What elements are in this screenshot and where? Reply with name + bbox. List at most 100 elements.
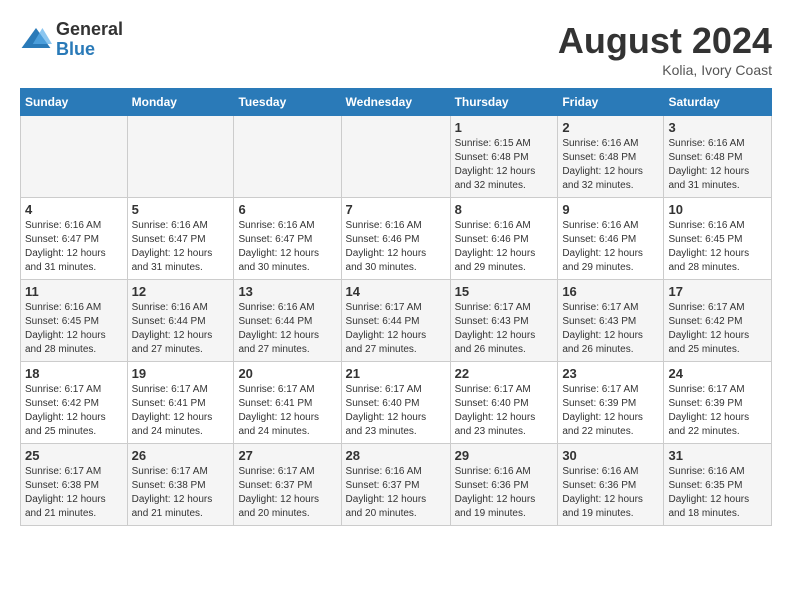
calendar-cell: 25 Sunrise: 6:17 AM Sunset: 6:38 PM Dayli… (21, 444, 128, 526)
day-header: Thursday (450, 89, 558, 116)
calendar-table: SundayMondayTuesdayWednesdayThursdayFrid… (20, 88, 772, 526)
day-info: Sunrise: 6:16 AM Sunset: 6:44 PM Dayligh… (132, 301, 230, 357)
day-header: Saturday (664, 89, 772, 116)
day-info: Sunrise: 6:17 AM Sunset: 6:40 PM Dayligh… (346, 383, 446, 439)
title-block: August 2024 Kolia, Ivory Coast (558, 20, 772, 78)
location: Kolia, Ivory Coast (558, 62, 772, 78)
calendar-cell: 6Sunrise: 6:16 AM Sunset: 6:47 PM Daylig… (234, 198, 341, 280)
calendar-cell: 29Sunrise: 6:16 AM Sunset: 6:36 PM Dayli… (450, 444, 558, 526)
day-number: 28 (346, 448, 446, 463)
day-info: Sunrise: 6:17 AM Sunset: 6:39 PM Dayligh… (562, 383, 659, 439)
day-info: Sunrise: 6:17 AM Sunset: 6:41 PM Dayligh… (132, 383, 230, 439)
day-info: Sunrise: 6:16 AM Sunset: 6:37 PM Dayligh… (346, 465, 446, 521)
calendar-cell: 24Sunrise: 6:17 AM Sunset: 6:39 PM Dayli… (664, 362, 772, 444)
calendar-week-row: 1 Sunrise: 6:15 AM Sunset: 6:48 PM Daylig… (21, 116, 772, 198)
day-number: 14 (346, 284, 446, 299)
calendar-cell: 23 Sunrise: 6:17 AM Sunset: 6:39 PM Dayli… (558, 362, 664, 444)
day-info: Sunrise: 6:17 AM Sunset: 6:38 PM Dayligh… (132, 465, 230, 521)
calendar-cell (234, 116, 341, 198)
calendar-cell: 5Sunrise: 6:16 AM Sunset: 6:47 PM Daylig… (127, 198, 234, 280)
day-info: Sunrise: 6:17 AM Sunset: 6:38 PM Dayligh… (25, 465, 123, 521)
day-info: Sunrise: 6:15 AM Sunset: 6:48 PM Dayligh… (455, 137, 554, 193)
day-info: Sunrise: 6:16 AM Sunset: 6:45 PM Dayligh… (25, 301, 123, 357)
calendar-cell: 11Sunrise: 6:16 AM Sunset: 6:45 PM Dayli… (21, 280, 128, 362)
calendar-cell: 19Sunrise: 6:17 AM Sunset: 6:41 PM Dayli… (127, 362, 234, 444)
calendar-cell: 20 Sunrise: 6:17 AM Sunset: 6:41 PM Dayli… (234, 362, 341, 444)
day-number: 10 (668, 202, 767, 217)
calendar-cell: 2 Sunrise: 6:16 AM Sunset: 6:48 PM Daylig… (558, 116, 664, 198)
day-info: Sunrise: 6:16 AM Sunset: 6:48 PM Dayligh… (562, 137, 659, 193)
day-info: Sunrise: 6:16 AM Sunset: 6:47 PM Dayligh… (132, 219, 230, 275)
day-header: Sunday (21, 89, 128, 116)
day-header: Monday (127, 89, 234, 116)
day-number: 22 (455, 366, 554, 381)
day-number: 13 (238, 284, 336, 299)
calendar-cell: 8Sunrise: 6:16 AM Sunset: 6:46 PM Daylig… (450, 198, 558, 280)
day-info: Sunrise: 6:17 AM Sunset: 6:42 PM Dayligh… (25, 383, 123, 439)
calendar-cell: 12 Sunrise: 6:16 AM Sunset: 6:44 PM Dayli… (127, 280, 234, 362)
calendar-cell (341, 116, 450, 198)
day-info: Sunrise: 6:17 AM Sunset: 6:41 PM Dayligh… (238, 383, 336, 439)
calendar-cell: 27 Sunrise: 6:17 AM Sunset: 6:37 PM Dayli… (234, 444, 341, 526)
day-number: 8 (455, 202, 554, 217)
calendar-cell: 14 Sunrise: 6:17 AM Sunset: 6:44 PM Dayli… (341, 280, 450, 362)
calendar-week-row: 11Sunrise: 6:16 AM Sunset: 6:45 PM Dayli… (21, 280, 772, 362)
day-number: 6 (238, 202, 336, 217)
calendar-cell: 4 Sunrise: 6:16 AM Sunset: 6:47 PM Daylig… (21, 198, 128, 280)
day-number: 2 (562, 120, 659, 135)
day-header: Wednesday (341, 89, 450, 116)
calendar-cell: 17Sunrise: 6:17 AM Sunset: 6:42 PM Dayli… (664, 280, 772, 362)
day-info: Sunrise: 6:16 AM Sunset: 6:47 PM Dayligh… (25, 219, 123, 275)
calendar-cell: 26Sunrise: 6:17 AM Sunset: 6:38 PM Dayli… (127, 444, 234, 526)
calendar-cell: 30Sunrise: 6:16 AM Sunset: 6:36 PM Dayli… (558, 444, 664, 526)
calendar-cell: 10 Sunrise: 6:16 AM Sunset: 6:45 PM Dayli… (664, 198, 772, 280)
day-info: Sunrise: 6:16 AM Sunset: 6:35 PM Dayligh… (668, 465, 767, 521)
calendar-cell: 18 Sunrise: 6:17 AM Sunset: 6:42 PM Dayli… (21, 362, 128, 444)
day-info: Sunrise: 6:17 AM Sunset: 6:44 PM Dayligh… (346, 301, 446, 357)
day-number: 9 (562, 202, 659, 217)
calendar-cell: 16Sunrise: 6:17 AM Sunset: 6:43 PM Dayli… (558, 280, 664, 362)
day-number: 23 (562, 366, 659, 381)
day-number: 3 (668, 120, 767, 135)
day-info: Sunrise: 6:16 AM Sunset: 6:46 PM Dayligh… (562, 219, 659, 275)
day-headers-row: SundayMondayTuesdayWednesdayThursdayFrid… (21, 89, 772, 116)
day-info: Sunrise: 6:17 AM Sunset: 6:40 PM Dayligh… (455, 383, 554, 439)
day-number: 16 (562, 284, 659, 299)
day-number: 15 (455, 284, 554, 299)
day-info: Sunrise: 6:16 AM Sunset: 6:36 PM Dayligh… (562, 465, 659, 521)
calendar-cell: 28 Sunrise: 6:16 AM Sunset: 6:37 PM Dayli… (341, 444, 450, 526)
day-info: Sunrise: 6:16 AM Sunset: 6:46 PM Dayligh… (346, 219, 446, 275)
day-number: 18 (25, 366, 123, 381)
day-info: Sunrise: 6:17 AM Sunset: 6:37 PM Dayligh… (238, 465, 336, 521)
day-number: 20 (238, 366, 336, 381)
logo-general-text: General (56, 20, 123, 40)
calendar-cell: 7Sunrise: 6:16 AM Sunset: 6:46 PM Daylig… (341, 198, 450, 280)
calendar-cell: 13 Sunrise: 6:16 AM Sunset: 6:44 PM Dayli… (234, 280, 341, 362)
calendar-cell: 3 Sunrise: 6:16 AM Sunset: 6:48 PM Daylig… (664, 116, 772, 198)
day-info: Sunrise: 6:16 AM Sunset: 6:44 PM Dayligh… (238, 301, 336, 357)
day-number: 17 (668, 284, 767, 299)
calendar-cell: 1 Sunrise: 6:15 AM Sunset: 6:48 PM Daylig… (450, 116, 558, 198)
day-header: Friday (558, 89, 664, 116)
day-header: Tuesday (234, 89, 341, 116)
day-number: 27 (238, 448, 336, 463)
day-info: Sunrise: 6:16 AM Sunset: 6:45 PM Dayligh… (668, 219, 767, 275)
day-number: 31 (668, 448, 767, 463)
day-number: 29 (455, 448, 554, 463)
day-info: Sunrise: 6:17 AM Sunset: 6:39 PM Dayligh… (668, 383, 767, 439)
day-number: 1 (455, 120, 554, 135)
day-number: 4 (25, 202, 123, 217)
logo: General Blue (20, 20, 123, 60)
calendar-cell (127, 116, 234, 198)
calendar-cell: 21Sunrise: 6:17 AM Sunset: 6:40 PM Dayli… (341, 362, 450, 444)
calendar-week-row: 25 Sunrise: 6:17 AM Sunset: 6:38 PM Dayli… (21, 444, 772, 526)
calendar-week-row: 18 Sunrise: 6:17 AM Sunset: 6:42 PM Dayli… (21, 362, 772, 444)
page-header: General Blue August 2024 Kolia, Ivory Co… (20, 20, 772, 78)
month-year: August 2024 (558, 20, 772, 62)
calendar-cell: 9 Sunrise: 6:16 AM Sunset: 6:46 PM Daylig… (558, 198, 664, 280)
calendar-cell: 15Sunrise: 6:17 AM Sunset: 6:43 PM Dayli… (450, 280, 558, 362)
day-info: Sunrise: 6:16 AM Sunset: 6:48 PM Dayligh… (668, 137, 767, 193)
day-number: 12 (132, 284, 230, 299)
day-number: 25 (25, 448, 123, 463)
calendar-cell (21, 116, 128, 198)
